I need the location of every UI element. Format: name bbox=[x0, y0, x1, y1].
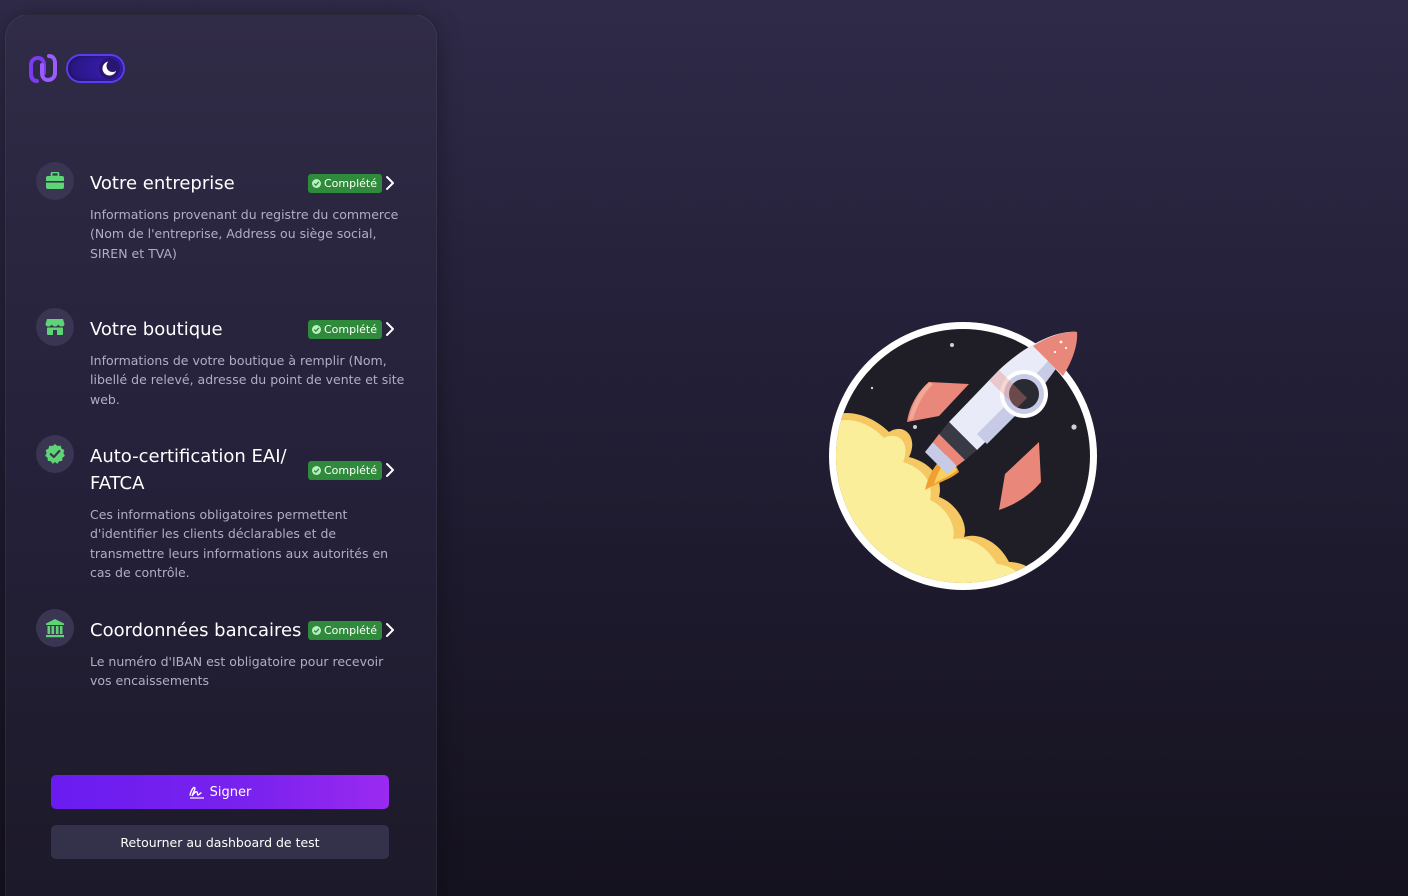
chevron-right-icon[interactable] bbox=[382, 622, 398, 638]
sign-button[interactable]: Signer bbox=[51, 775, 389, 809]
step-description: Informations de votre boutique à remplir… bbox=[90, 353, 405, 407]
check-circle-icon bbox=[312, 626, 321, 635]
check-circle-icon bbox=[312, 325, 321, 334]
status-badge: Complété bbox=[308, 621, 383, 640]
step-description: Ces informations obligatoires permettent… bbox=[90, 507, 389, 580]
step-title: Votre boutique bbox=[90, 319, 223, 340]
chevron-right-icon[interactable] bbox=[382, 462, 398, 478]
onboarding-sidebar: Votre entreprise Complété Informations p… bbox=[5, 14, 437, 896]
back-to-dashboard-button[interactable]: Retourner au dashboard de test bbox=[51, 825, 389, 859]
check-circle-icon bbox=[312, 179, 321, 188]
step-description: Le numéro d'IBAN est obligatoire pour re… bbox=[90, 654, 384, 689]
rocket-illustration bbox=[829, 322, 1097, 590]
step-description: Informations provenant du registre du co… bbox=[90, 207, 399, 261]
chevron-right-icon[interactable] bbox=[382, 175, 398, 191]
step-title: Votre entreprise bbox=[90, 173, 235, 194]
bank-icon bbox=[36, 609, 74, 647]
step-title: Auto-certification EAI/ FATCA bbox=[90, 446, 287, 494]
badge-check-icon bbox=[36, 435, 74, 473]
moon-icon bbox=[99, 58, 120, 79]
status-badge: Complété bbox=[308, 320, 383, 339]
chevron-right-icon[interactable] bbox=[382, 321, 398, 337]
status-badge: Complété bbox=[308, 174, 383, 193]
signature-icon bbox=[188, 786, 204, 799]
link-chain-logo-icon[interactable] bbox=[28, 53, 58, 85]
store-icon bbox=[36, 308, 74, 346]
theme-toggle[interactable] bbox=[68, 56, 123, 81]
status-badge: Complété bbox=[308, 461, 383, 480]
step-title: Coordonnées bancaires bbox=[90, 620, 302, 641]
briefcase-icon bbox=[36, 162, 74, 200]
check-circle-icon bbox=[312, 466, 321, 475]
